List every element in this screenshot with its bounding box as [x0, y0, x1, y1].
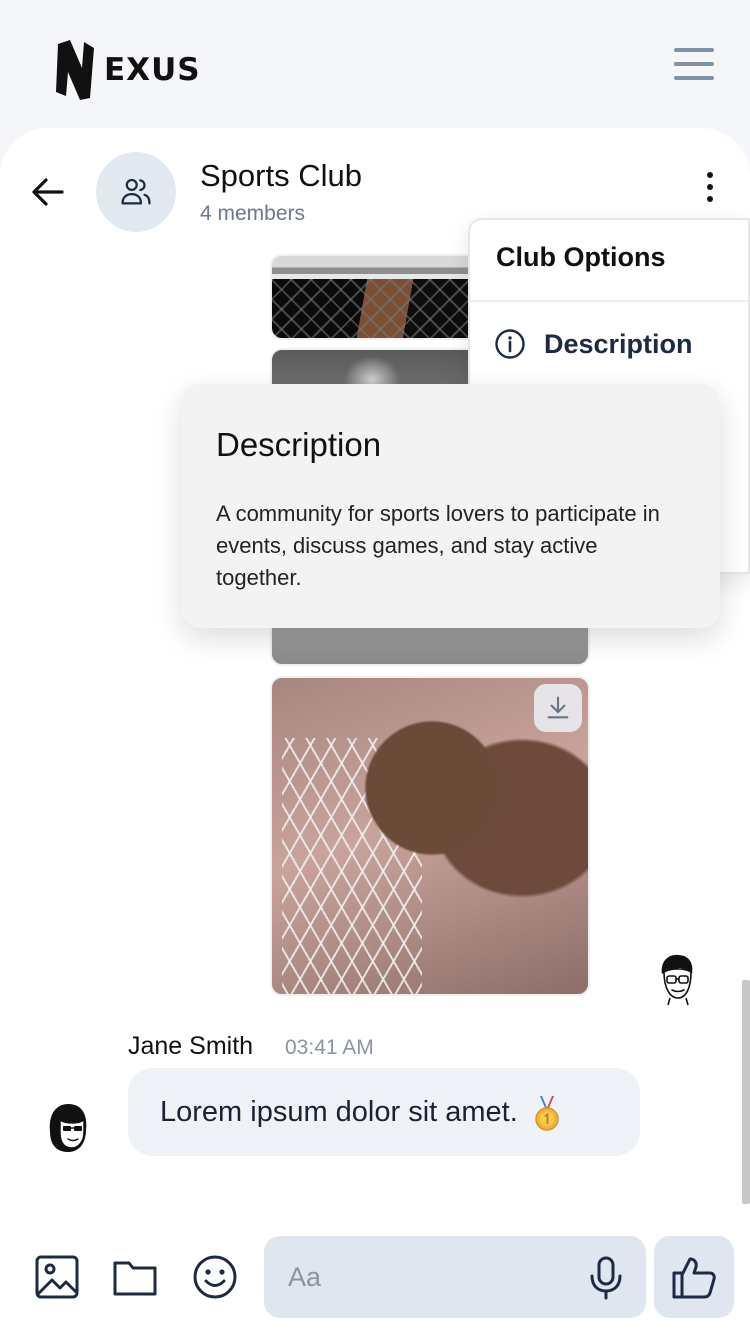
download-button[interactable] [534, 684, 582, 732]
menu-item-label: Description [544, 328, 693, 359]
message-input-container [264, 1236, 646, 1318]
message-text: Lorem ipsum dolor sit amet. [160, 1095, 518, 1128]
user-avatar-male[interactable] [654, 952, 700, 1006]
shared-image-basketball[interactable] [270, 676, 590, 996]
message-timestamp: 03:41 AM [285, 1036, 374, 1059]
logo[interactable]: EXUS [54, 38, 201, 102]
member-count: 4 members [200, 202, 306, 225]
message-input[interactable] [288, 1236, 578, 1318]
hamburger-icon[interactable] [674, 48, 714, 80]
app-header: EXUS [0, 0, 750, 140]
folder-icon[interactable] [112, 1254, 158, 1300]
message-sender: Jane Smith [128, 1032, 254, 1060]
description-popup: Description A community for sports lover… [182, 384, 720, 628]
info-icon [495, 329, 525, 359]
download-icon [547, 696, 569, 719]
message-bubble[interactable]: Lorem ipsum dolor sit amet. [128, 1068, 640, 1156]
message-composer [0, 1224, 750, 1334]
thumbs-up-icon [672, 1257, 716, 1299]
menu-item-description[interactable]: Description [494, 322, 693, 366]
more-vertical-icon[interactable] [696, 170, 724, 204]
group-avatar[interactable] [96, 152, 176, 232]
scrollbar[interactable] [742, 980, 750, 1204]
microphone-icon[interactable] [586, 1256, 626, 1300]
logo-mark-icon [56, 40, 94, 100]
popup-title: Description [216, 426, 382, 463]
like-button[interactable] [654, 1236, 734, 1318]
logo-text: EXUS [104, 52, 201, 88]
menu-divider [470, 300, 748, 302]
group-name: Sports Club [200, 158, 362, 193]
arrow-left-icon[interactable] [28, 172, 68, 212]
users-icon [121, 178, 151, 205]
image-icon[interactable] [34, 1254, 80, 1300]
user-avatar-female[interactable] [46, 1102, 90, 1156]
smiley-icon[interactable] [192, 1254, 238, 1300]
medal-emoji-icon [535, 1096, 559, 1131]
popup-body: A community for sports lovers to partici… [216, 501, 660, 590]
menu-title: Club Options [496, 242, 666, 272]
